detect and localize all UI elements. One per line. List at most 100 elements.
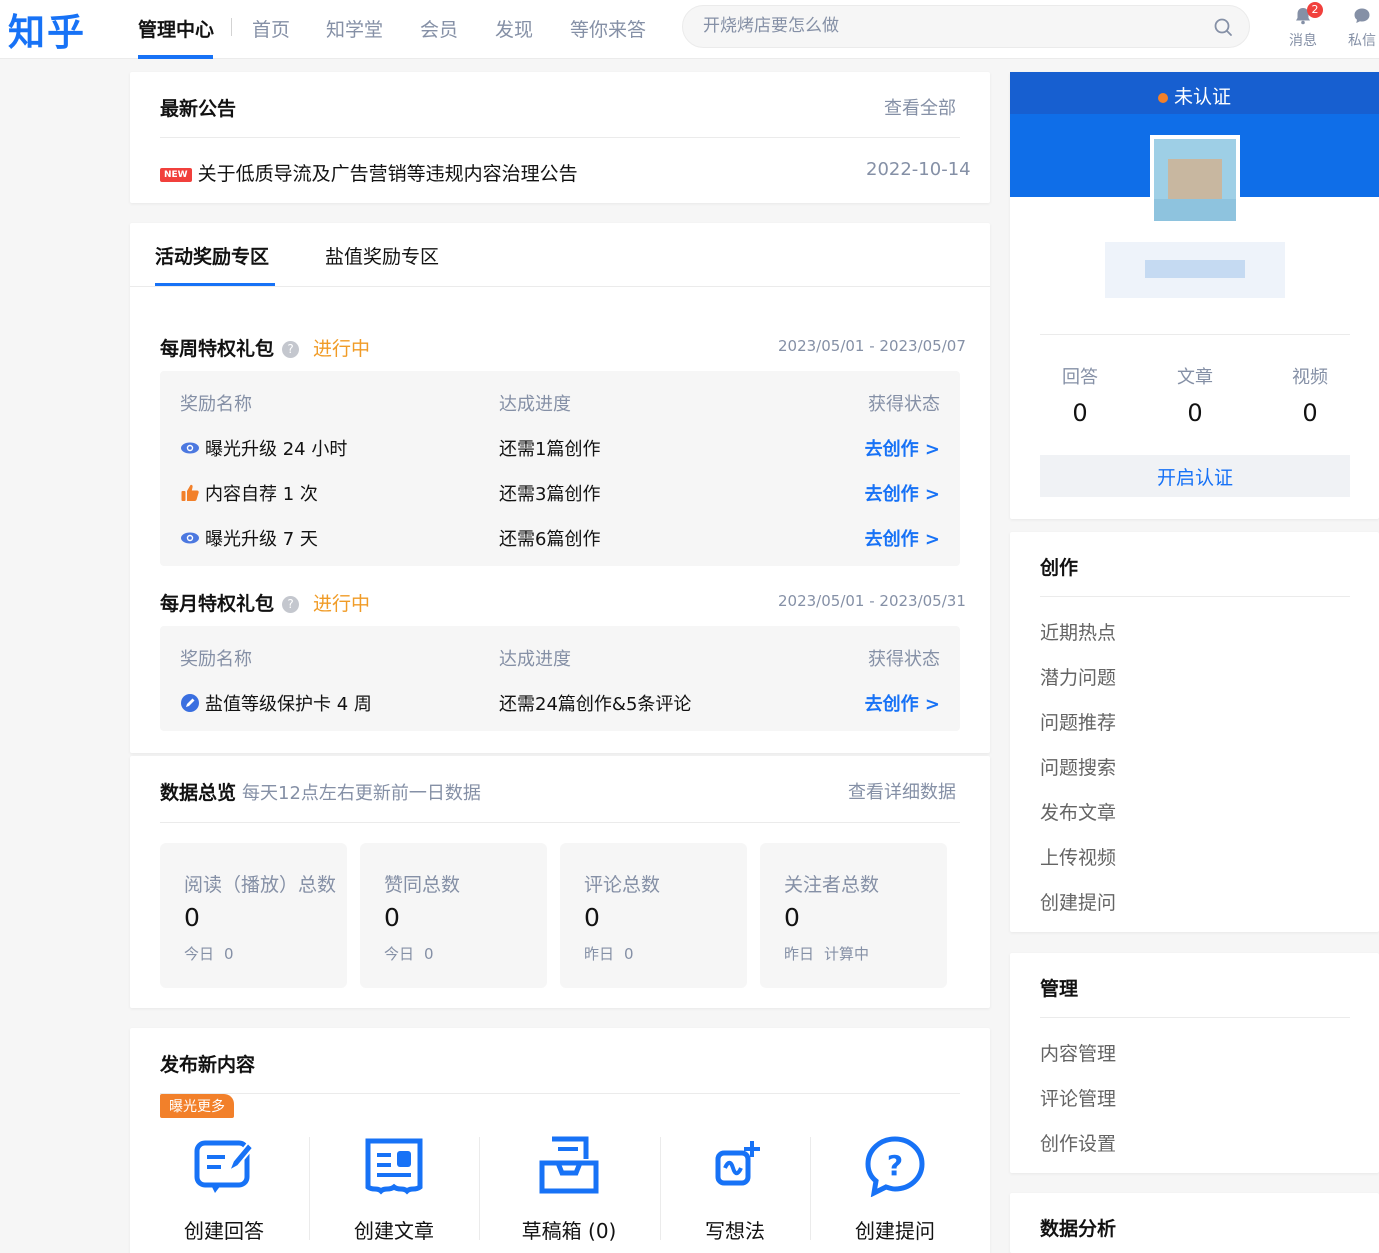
nav-discover[interactable]: 发现	[495, 15, 533, 42]
reward-name: 曝光升级 24 小时	[205, 439, 348, 460]
direct-messages-label: 私信	[1348, 33, 1376, 49]
weekly-package-title: 每周特权礼包? 进行中	[160, 334, 370, 361]
overview-title: 数据总览	[160, 782, 237, 804]
sidebar-item-trending[interactable]: 近期热点	[1040, 618, 1116, 645]
reward-name: 盐值等级保护卡 4 周	[205, 694, 372, 715]
publish-title: 发布新内容	[160, 1054, 256, 1076]
go-create-link[interactable]: 去创作 >	[865, 435, 940, 461]
tab-activity-rewards[interactable]: 活动奖励专区	[155, 242, 269, 269]
active-nav-indicator	[138, 55, 213, 59]
nav-separator	[231, 18, 232, 36]
view-all-link[interactable]: 查看全部	[884, 94, 956, 120]
ask-question-button[interactable]: ? 创建提问	[835, 1135, 955, 1244]
reward-progress: 还需1篇创作	[499, 439, 601, 460]
help-icon[interactable]: ?	[282, 596, 300, 613]
announcement-item[interactable]: NEW 关于低质导流及广告营销等违规内容治理公告	[160, 159, 578, 186]
stat-tile-comments[interactable]: 评论总数 0 昨日 0	[560, 843, 747, 988]
create-answer-button[interactable]: 创建回答	[164, 1135, 284, 1244]
weekly-date-range: 2023/05/01 - 2023/05/07	[778, 337, 966, 355]
stat-value: 0	[584, 903, 600, 932]
table-row: 曝光升级 7 天 还需6篇创作 去创作 >	[160, 515, 960, 560]
create-article-button[interactable]: 创建文章	[334, 1135, 454, 1244]
help-icon[interactable]: ?	[282, 341, 300, 358]
monthly-status: 进行中	[313, 593, 371, 615]
analysis-menu-title[interactable]: 数据分析	[1040, 1214, 1116, 1241]
stat-value: 0	[184, 903, 200, 932]
manage-menu-title: 管理	[1040, 978, 1079, 1000]
create-menu-title: 创作	[1040, 557, 1079, 579]
tool-divider	[309, 1137, 310, 1240]
stat-tile-reads[interactable]: 阅读（播放）总数 0 今日 0	[160, 843, 347, 988]
certification-status: 未认证	[1158, 82, 1231, 109]
stat-value: 0	[784, 903, 800, 932]
tool-divider	[810, 1137, 811, 1240]
tool-label: 创建文章	[354, 1219, 434, 1243]
announcement-item-text[interactable]: 关于低质导流及广告营销等违规内容治理公告	[198, 163, 578, 185]
drafts-button[interactable]: 草稿箱 (0)	[504, 1135, 634, 1244]
nav-waiting-answers[interactable]: 等你来答	[570, 15, 646, 42]
stat-label: 关注者总数	[784, 874, 880, 896]
go-create-link[interactable]: 去创作 >	[865, 690, 940, 716]
drafts-icon	[539, 1136, 599, 1194]
column-header-status: 获得状态	[868, 394, 940, 415]
go-create-link[interactable]: 去创作 >	[865, 480, 940, 506]
weekly-rewards-table: 奖励名称 达成进度 获得状态 曝光升级 24 小时 还需1篇创作 去创作 > 内…	[160, 371, 960, 566]
eye-icon	[181, 442, 199, 454]
search-input[interactable]	[703, 16, 1183, 36]
sidebar-item-recommended-questions[interactable]: 问题推荐	[1040, 708, 1116, 735]
stat-value: 0	[384, 903, 400, 932]
stat-label: 回答	[1062, 367, 1098, 388]
direct-messages-button[interactable]: 私信	[1342, 6, 1379, 50]
new-tag: NEW	[160, 167, 192, 182]
nav-zhixuetang[interactable]: 知学堂	[326, 15, 383, 42]
sidebar-item-publish-article[interactable]: 发布文章	[1040, 798, 1116, 825]
stat-tile-followers[interactable]: 关注者总数 0 昨日 计算中	[760, 843, 947, 988]
message-count-badge: 2	[1307, 2, 1323, 18]
column-header-status: 获得状态	[868, 649, 940, 670]
sidebar-item-upload-video[interactable]: 上传视频	[1040, 843, 1116, 870]
stat-label: 评论总数	[584, 874, 661, 896]
write-idea-button[interactable]: 写想法	[675, 1135, 795, 1244]
nav-management-center[interactable]: 管理中心	[138, 15, 214, 42]
table-row: 内容自荐 1 次 还需3篇创作 去创作 >	[160, 470, 960, 515]
sidebar-item-question-search[interactable]: 问题搜索	[1040, 753, 1116, 780]
nav-home[interactable]: 首页	[252, 15, 290, 42]
sidebar-item-content-management[interactable]: 内容管理	[1040, 1039, 1116, 1066]
shield-pen-icon	[181, 694, 199, 712]
column-header-name: 奖励名称	[180, 394, 252, 415]
profile-stat-videos[interactable]: 视频 0	[1270, 363, 1350, 427]
stat-value: 0	[1072, 399, 1088, 427]
table-row: 盐值等级保护卡 4 周 还需24篇创作&5条评论 去创作 >	[160, 680, 960, 725]
stat-tile-upvotes[interactable]: 赞同总数 0 今日 0	[360, 843, 547, 988]
tool-label: 创建回答	[184, 1219, 264, 1243]
monthly-package-name: 每月特权礼包	[160, 593, 275, 615]
more-exposure-tag: 曝光更多	[160, 1094, 234, 1118]
stat-value: 0	[1302, 399, 1318, 427]
nav-membership[interactable]: 会员	[420, 15, 458, 42]
profile-stat-articles[interactable]: 文章 0	[1155, 363, 1235, 427]
stat-label: 阅读（播放）总数	[184, 874, 337, 896]
sidebar-item-create-question[interactable]: 创建提问	[1040, 888, 1116, 915]
profile-divider	[1040, 334, 1350, 335]
certification-status-text: 未认证	[1174, 86, 1232, 108]
messages-label: 消息	[1289, 33, 1317, 49]
search-icon[interactable]	[1213, 17, 1233, 37]
view-detailed-data-link[interactable]: 查看详细数据	[848, 778, 956, 804]
zhihu-logo[interactable]: 知乎	[8, 2, 86, 56]
stat-label: 文章	[1177, 367, 1213, 388]
overview-heading: 数据总览 每天12点左右更新前一日数据	[160, 778, 481, 805]
tool-label: 创建提问	[855, 1219, 935, 1243]
sidebar-item-creation-settings[interactable]: 创作设置	[1040, 1129, 1116, 1156]
announcement-date: 2022-10-14	[866, 159, 971, 180]
tab-salt-rewards[interactable]: 盐值奖励专区	[325, 242, 439, 269]
go-create-link[interactable]: 去创作 >	[865, 525, 940, 551]
avatar[interactable]	[1150, 135, 1240, 225]
tool-divider	[660, 1137, 661, 1240]
sidebar-item-potential-questions[interactable]: 潜力问题	[1040, 663, 1116, 690]
announcement-divider	[160, 137, 960, 138]
reward-progress: 还需6篇创作	[499, 529, 601, 550]
messages-button[interactable]: 2 消息	[1283, 2, 1323, 50]
profile-stat-answers[interactable]: 回答 0	[1040, 363, 1120, 427]
sidebar-item-comment-management[interactable]: 评论管理	[1040, 1084, 1116, 1111]
start-certification-button[interactable]: 开启认证	[1040, 455, 1350, 497]
